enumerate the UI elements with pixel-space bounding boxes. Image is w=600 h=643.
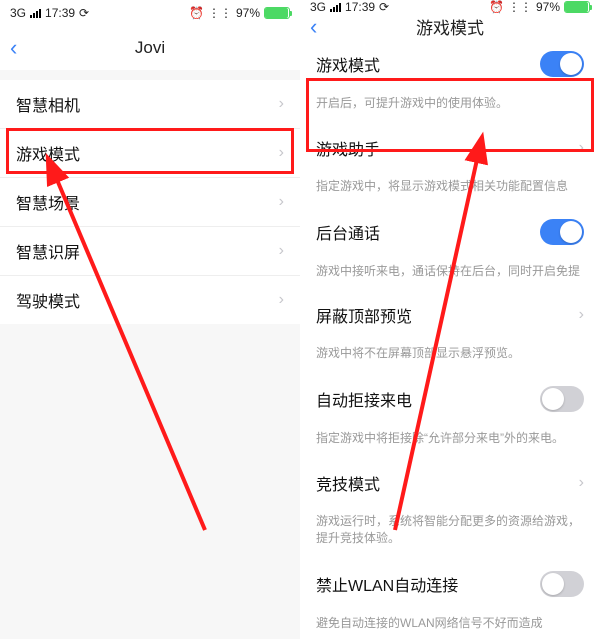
battery-icon [264,7,290,19]
wifi-icon: ⋮⋮ [208,6,232,20]
settings-list: 智慧相机 › 游戏模式 › 智慧场景 › 智慧识屏 › 驾驶模式 › [0,80,300,324]
battery-icon [564,1,590,13]
row-label: 自动拒接来电 [316,387,412,411]
list-item-label: 游戏模式 [16,141,80,165]
status-bar: 3G 17:39 ⟳ ⏰ ⋮⋮ 97% [300,0,600,14]
row-sub: 指定游戏中将拒接除“允许部分来电”外的来电。 [300,424,600,459]
status-time: 17:39 [345,0,375,14]
battery-pct: 97% [236,6,260,20]
list-item-driving-mode[interactable]: 驾驶模式 › [0,276,300,324]
page-title: Jovi [135,38,165,58]
status-time: 17:39 [45,6,75,20]
chevron-right-icon: › [579,474,584,492]
list-item-smart-scene[interactable]: 智慧场景 › [0,178,300,227]
row-label: 屏蔽顶部预览 [316,303,412,327]
toggle-background-call[interactable] [540,219,584,245]
row-label: 竞技模式 [316,471,380,495]
list-item-label: 智慧场景 [16,190,80,214]
signal-icon [30,9,41,18]
row-sub: 避免自动连接的WLAN网络信号不好而造成 [300,609,600,643]
row-block-top-preview[interactable]: 屏蔽顶部预览 › [300,291,600,339]
row-sub: 游戏运行时，系统将智能分配更多的资源给游戏，提升竞技体验。 [300,507,600,559]
wifi-icon: ⋮⋮ [508,0,532,14]
toggle-game-mode[interactable] [540,51,584,77]
list-item-smart-screen[interactable]: 智慧识屏 › [0,227,300,276]
battery-pct: 97% [536,0,560,14]
row-label: 后台通话 [316,220,380,244]
row-label: 游戏助手 [316,136,380,160]
row-background-call[interactable]: 后台通话 [300,207,600,257]
nav-bar: ‹ 游戏模式 [300,14,600,39]
settings-list: 游戏模式 开启后，可提升游戏中的使用体验。 [300,39,600,124]
chevron-right-icon: › [279,95,284,113]
chevron-right-icon: › [279,193,284,211]
loop-icon: ⟳ [79,6,89,20]
loop-icon: ⟳ [379,0,389,14]
row-sub: 游戏中将不在屏幕顶部显示悬浮预览。 [300,339,600,374]
row-auto-reject-call[interactable]: 自动拒接来电 [300,374,600,424]
row-competitive-mode[interactable]: 竞技模式 › [300,459,600,507]
screen-left: 3G 17:39 ⟳ ⏰ ⋮⋮ 97% ‹ Jovi 智慧相机 › 游戏模式 ›… [0,0,300,639]
list-item-smart-camera[interactable]: 智慧相机 › [0,80,300,129]
signal-label: 3G [310,0,326,14]
row-game-assistant[interactable]: 游戏助手 › [300,124,600,172]
chevron-right-icon: › [279,291,284,309]
alarm-icon: ⏰ [489,0,504,14]
row-sub: 开启后，可提升游戏中的使用体验。 [300,89,600,124]
row-sub: 指定游戏中，将显示游戏模式相关功能配置信息 [300,172,600,207]
row-label: 禁止WLAN自动连接 [316,572,458,596]
chevron-right-icon: › [579,306,584,324]
page-title: 游戏模式 [416,14,484,39]
row-wlan-auto-connect[interactable]: 禁止WLAN自动连接 [300,559,600,609]
toggle-wlan[interactable] [540,571,584,597]
back-icon[interactable]: ‹ [10,37,17,59]
row-game-mode[interactable]: 游戏模式 [300,39,600,89]
toggle-auto-reject[interactable] [540,386,584,412]
status-bar: 3G 17:39 ⟳ ⏰ ⋮⋮ 97% [0,0,300,26]
list-item-label: 智慧相机 [16,92,80,116]
back-icon[interactable]: ‹ [310,16,317,38]
list-item-game-mode[interactable]: 游戏模式 › [0,129,300,178]
chevron-right-icon: › [579,139,584,157]
alarm-icon: ⏰ [189,6,204,20]
signal-label: 3G [10,6,26,20]
nav-bar: ‹ Jovi [0,26,300,70]
list-item-label: 智慧识屏 [16,239,80,263]
chevron-right-icon: › [279,242,284,260]
list-item-label: 驾驶模式 [16,288,80,312]
chevron-right-icon: › [279,144,284,162]
row-sub: 游戏中接听来电，通话保持在后台，同时开启免提 [300,257,600,292]
row-label: 游戏模式 [316,52,380,76]
signal-icon [330,3,341,12]
screen-right: 3G 17:39 ⟳ ⏰ ⋮⋮ 97% ‹ 游戏模式 游戏模式 开启后，可提升游… [300,0,600,639]
